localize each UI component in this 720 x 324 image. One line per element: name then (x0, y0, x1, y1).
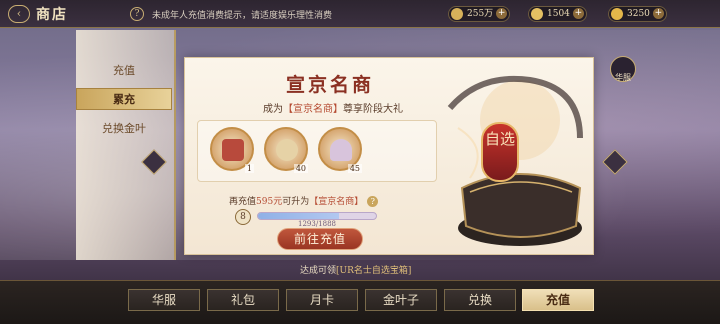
subtitle-prefix: 成为 (263, 104, 283, 115)
side-tab-exchange-leaf[interactable]: 兑换金叶 (76, 118, 172, 140)
info-icon[interactable]: ? (367, 196, 379, 207)
go-recharge-button[interactable]: 前往充值 (277, 228, 363, 250)
upgrade-prefix: 再充值 (229, 197, 257, 207)
add-ingot-button[interactable]: + (652, 8, 664, 19)
page-title: 商店 (36, 7, 68, 23)
subtitle-highlight: 【宣京名商】 (283, 104, 343, 115)
add-leaf-button[interactable]: + (572, 8, 584, 19)
seal-icon (276, 139, 298, 161)
card-subtitle: 成为【宣京名商】尊享阶段大礼 (223, 100, 443, 115)
tab-gold-leaf[interactable]: 金叶子 (365, 289, 437, 311)
upgrade-mid: 可升为 (282, 197, 310, 207)
level-badge: 8 (235, 209, 251, 225)
tab-monthly-card[interactable]: 月卡 (286, 289, 358, 311)
hint-highlight: [UR名士自选宝箱] (336, 266, 412, 276)
tab-costume[interactable]: 华服 (128, 289, 200, 311)
progress-text: 1293/1888 (298, 220, 336, 228)
currency-ingot: 3250 + (608, 6, 667, 22)
back-arrow-icon[interactable]: ‹ (8, 5, 30, 23)
reward-count: 1 (244, 164, 254, 173)
side-tab-cumulative[interactable]: 累充 (76, 88, 172, 110)
reward-hint: 达成可领[UR名士自选宝箱] (300, 263, 411, 276)
reward-card: 宣京名商 成为【宣京名商】尊享阶段大礼 1 40 45 再充值595元可升为【宣… (184, 57, 594, 255)
cosmetic-box-icon (222, 139, 244, 161)
tab-recharge[interactable]: 充值 (522, 289, 594, 311)
tab-gift-pack[interactable]: 礼包 (207, 289, 279, 311)
currency-coin: 255万 + (448, 6, 511, 22)
reward-count: 40 (293, 164, 308, 173)
progress-bar (257, 212, 377, 220)
hint-prefix: 达成可领 (300, 266, 337, 276)
coin-icon (451, 8, 463, 20)
currency-leaf: 1504 + (528, 6, 587, 22)
currency-coin-value: 255万 (467, 9, 494, 19)
reward-item-1[interactable]: 1 (210, 127, 254, 173)
progress-fill (258, 213, 339, 219)
shell-icon (330, 139, 352, 161)
card-title: 宣京名商 (285, 74, 374, 96)
upgrade-amount: 595元 (256, 197, 283, 207)
reward-count: 45 (347, 164, 362, 173)
ingot-icon (611, 8, 623, 20)
reward-item-2[interactable]: 40 (264, 127, 308, 173)
side-tab-panel: 充值 累充 兑换金叶 (76, 30, 176, 260)
subtitle-suffix: 尊享阶段大礼 (343, 104, 403, 115)
chest-tag: 自选 (481, 122, 519, 182)
top-bar: ‹ 商店 ? 未成年人充值消费提示，请适度娱乐理性消费 255万 + 1504 … (0, 0, 720, 28)
reward-list: 1 40 45 (197, 120, 437, 182)
upgrade-target: 【宣京名商】 (309, 197, 364, 207)
tab-exchange[interactable]: 兑换 (444, 289, 516, 311)
leaf-icon (531, 8, 543, 20)
currency-leaf-value: 1504 (547, 9, 570, 19)
currency-ingot-value: 3250 (627, 9, 650, 19)
bottom-tab-bar (0, 280, 720, 324)
consumption-notice: 未成年人充值消费提示，请适度娱乐理性消费 (152, 11, 333, 21)
question-icon[interactable]: ? (130, 7, 144, 21)
side-tab-recharge[interactable]: 充值 (76, 60, 172, 82)
upgrade-hint: 再充值595元可升为【宣京名商】? (229, 194, 379, 207)
gift-label: 华服 (615, 73, 631, 82)
add-coin-button[interactable]: + (496, 8, 508, 19)
reward-item-3[interactable]: 45 (318, 127, 362, 173)
